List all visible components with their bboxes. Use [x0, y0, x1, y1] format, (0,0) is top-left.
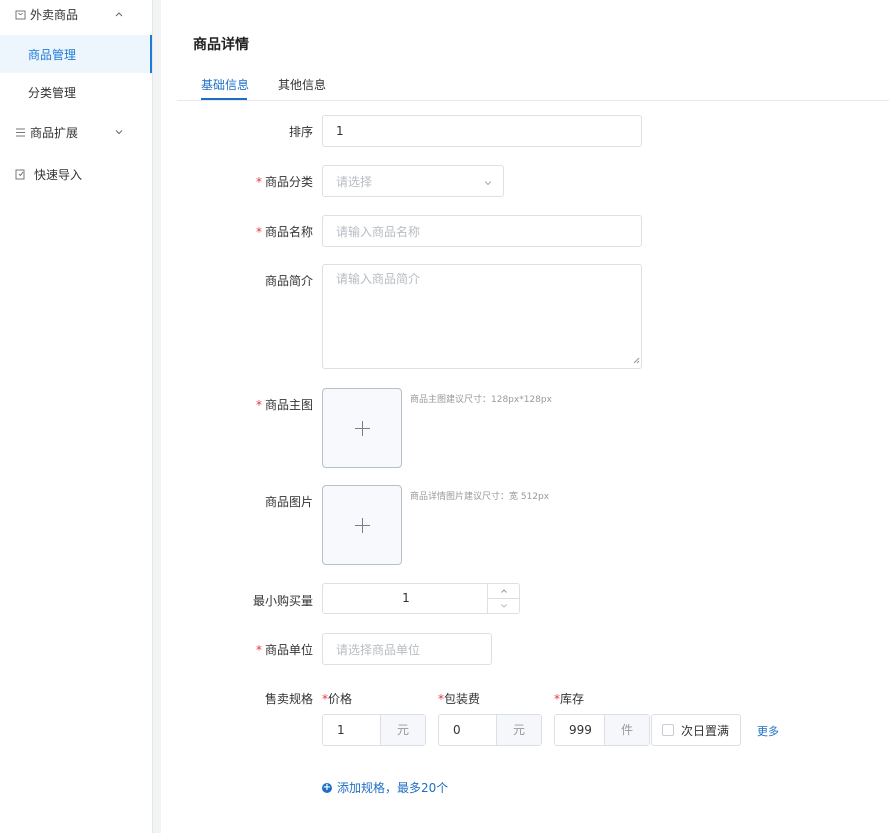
chevron-down-icon	[114, 126, 124, 136]
category-label: * 商品分类	[255, 175, 313, 189]
chevron-down-icon	[483, 177, 493, 191]
menu-group-quick-import[interactable]: 快速导入	[0, 160, 152, 188]
sort-label: 排序	[288, 125, 313, 139]
stepper-buttons	[487, 584, 519, 613]
checkbox-box[interactable]	[662, 724, 674, 736]
min-qty-value[interactable]: 1	[323, 584, 489, 613]
sort-input[interactable]: 1	[322, 115, 642, 147]
intro-label: 商品简介	[264, 274, 313, 288]
menu-group-product-extension[interactable]: 商品扩展	[0, 118, 152, 146]
bag-icon	[14, 8, 26, 20]
images-hint: 商品详情图片建议尺寸：宽 512px	[410, 492, 550, 502]
menu-group-label: 商品扩展	[30, 125, 79, 140]
main-image-upload[interactable]	[322, 388, 402, 468]
images-label: 商品图片	[264, 495, 313, 509]
list-icon	[14, 126, 26, 138]
chevron-down-icon	[500, 604, 507, 608]
package-fee-suffix: 元	[496, 715, 541, 745]
sidebar: 外卖商品 商品管理 分类管理 商品扩展 快速导入	[0, 0, 153, 833]
price-input[interactable]: 1 元	[322, 714, 426, 746]
tab-basic-info[interactable]: 基础信息	[201, 76, 249, 93]
increment-button[interactable]	[488, 584, 519, 599]
page-title: 商品详情	[193, 37, 249, 53]
stock-input[interactable]: 999 件	[554, 714, 650, 746]
min-qty-label: 最小购买量	[252, 594, 313, 608]
stock-label: *库存	[554, 692, 585, 706]
category-select[interactable]: 请选择	[322, 165, 504, 197]
next-day-full-label: 次日置满	[681, 723, 730, 738]
tab-bar: 基础信息 其他信息	[177, 70, 889, 101]
menu-group-takeout-products[interactable]: 外卖商品	[0, 0, 152, 28]
stock-suffix: 件	[604, 715, 649, 745]
plus-circle-icon: +	[322, 781, 332, 793]
sidebar-item-product-management[interactable]: 商品管理	[0, 35, 152, 73]
main-image-hint: 商品主图建议尺寸：128px*128px	[410, 395, 552, 405]
product-images-upload[interactable]	[322, 485, 402, 565]
main-image-label: * 商品主图	[255, 398, 313, 412]
resize-handle-icon[interactable]	[632, 353, 640, 367]
chevron-up-icon	[114, 8, 124, 18]
more-link[interactable]: 更多	[757, 723, 779, 739]
tab-active-indicator	[201, 98, 247, 100]
package-fee-label: *包装费	[438, 692, 481, 706]
menu-group-label: 外卖商品	[30, 7, 79, 22]
spec-label: 售卖规格	[264, 692, 313, 706]
name-label: * 商品名称	[255, 225, 313, 239]
tab-other-info[interactable]: 其他信息	[278, 76, 326, 93]
product-intro-textarea[interactable]: 请输入商品简介	[322, 264, 642, 369]
unit-select[interactable]: 请选择商品单位	[322, 633, 492, 665]
sidebar-item-label: 商品管理	[28, 47, 77, 62]
unit-label: * 商品单位	[255, 643, 313, 657]
add-spec-button[interactable]: + 添加规格，最多20个	[322, 779, 448, 796]
import-icon	[14, 168, 26, 180]
chevron-up-icon	[500, 589, 507, 593]
sidebar-item-category-management[interactable]: 分类管理	[0, 73, 152, 111]
product-name-input[interactable]: 请输入商品名称	[322, 215, 642, 247]
main-panel: 商品详情 基础信息 其他信息 排序 1 * 商品分类 请选择 * 商品名称 请输入商…	[161, 0, 889, 833]
min-qty-stepper[interactable]: 1	[322, 583, 520, 614]
menu-group-label: 快速导入	[34, 167, 83, 182]
package-fee-input[interactable]: 0 元	[438, 714, 542, 746]
price-label: *价格	[322, 692, 353, 706]
sidebar-item-label: 分类管理	[28, 85, 77, 100]
add-spec-label: 添加规格，最多20个	[337, 781, 449, 795]
next-day-full-checkbox[interactable]: 次日置满	[651, 714, 741, 746]
decrement-button[interactable]	[488, 599, 519, 613]
price-suffix: 元	[380, 715, 425, 745]
